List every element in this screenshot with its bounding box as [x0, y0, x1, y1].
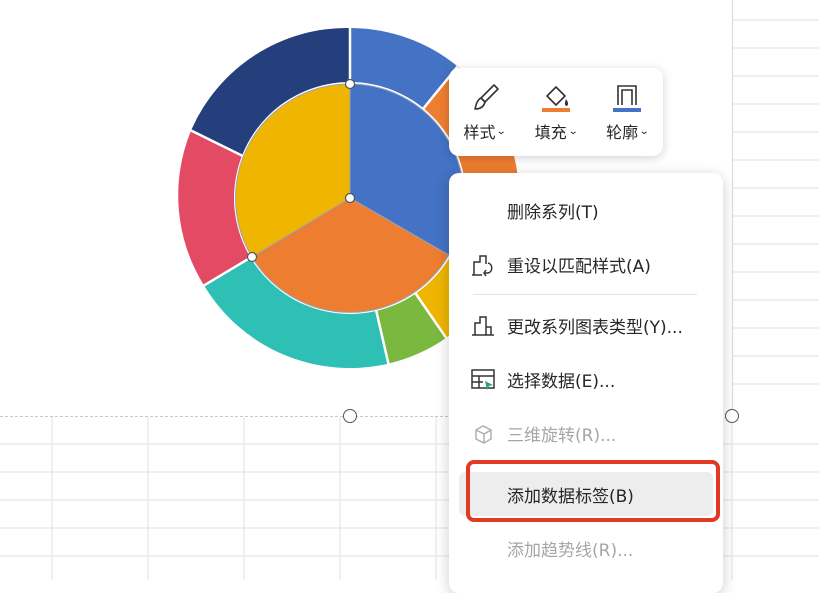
menu-item-label: 重设以匹配样式(A) — [507, 256, 651, 277]
fill-button[interactable]: 填充 ⌄ — [524, 81, 588, 143]
chevron-down-icon: ⌄ — [496, 125, 508, 137]
paintbrush-icon — [473, 84, 499, 110]
menu-item-reset-style[interactable]: 重设以匹配样式(A) — [459, 242, 713, 286]
menu-item-label: 更改系列图表类型(Y)... — [507, 317, 683, 338]
outline-label: 轮廓 — [606, 123, 639, 142]
context-menu: 删除系列(T) 重设以匹配样式(A) 更改系列图表类型(Y)... 选择数据(E… — [449, 173, 723, 593]
select-data-icon — [471, 369, 495, 390]
paint-bucket-icon — [541, 86, 570, 112]
fill-label: 填充 — [534, 123, 567, 142]
menu-item-add-trendline[interactable]: 添加趋势线(R)... — [459, 526, 713, 570]
menu-item-change-chart-type[interactable]: 更改系列图表类型(Y)... — [459, 303, 713, 347]
chevron-down-icon: ⌄ — [567, 125, 579, 137]
menu-item-3d-rotation[interactable]: 三维旋转(R)... — [459, 411, 713, 455]
resize-handle-bottom-right[interactable] — [725, 409, 739, 423]
menu-item-label: 添加趋势线(R)... — [507, 540, 634, 561]
resize-handle-bottom[interactable] — [343, 409, 357, 423]
menu-item-delete-series[interactable]: 删除系列(T) — [459, 188, 713, 232]
menu-item-select-data[interactable]: 选择数据(E)... — [459, 357, 713, 401]
style-button[interactable]: 样式 ⌄ — [453, 81, 517, 143]
menu-separator — [473, 294, 697, 295]
chevron-down-icon: ⌄ — [638, 125, 650, 137]
menu-item-label: 选择数据(E)... — [507, 371, 616, 392]
style-label: 样式 — [463, 123, 496, 142]
menu-item-label: 三维旋转(R)... — [507, 425, 617, 446]
selection-point — [246, 251, 258, 263]
selection-point — [344, 78, 356, 90]
3d-rotate-icon — [475, 425, 492, 444]
mini-toolbar: 样式 ⌄ 填充 ⌄ 轮廓 ⌄ — [449, 68, 663, 156]
outline-button[interactable]: 轮廓 ⌄ — [595, 81, 659, 143]
highlight-annotation — [466, 460, 720, 522]
menu-item-label: 删除系列(T) — [507, 202, 599, 223]
chart-type-icon — [472, 316, 494, 336]
selection-point — [344, 192, 356, 204]
outline-icon — [613, 85, 642, 112]
reset-style-icon — [472, 255, 493, 277]
